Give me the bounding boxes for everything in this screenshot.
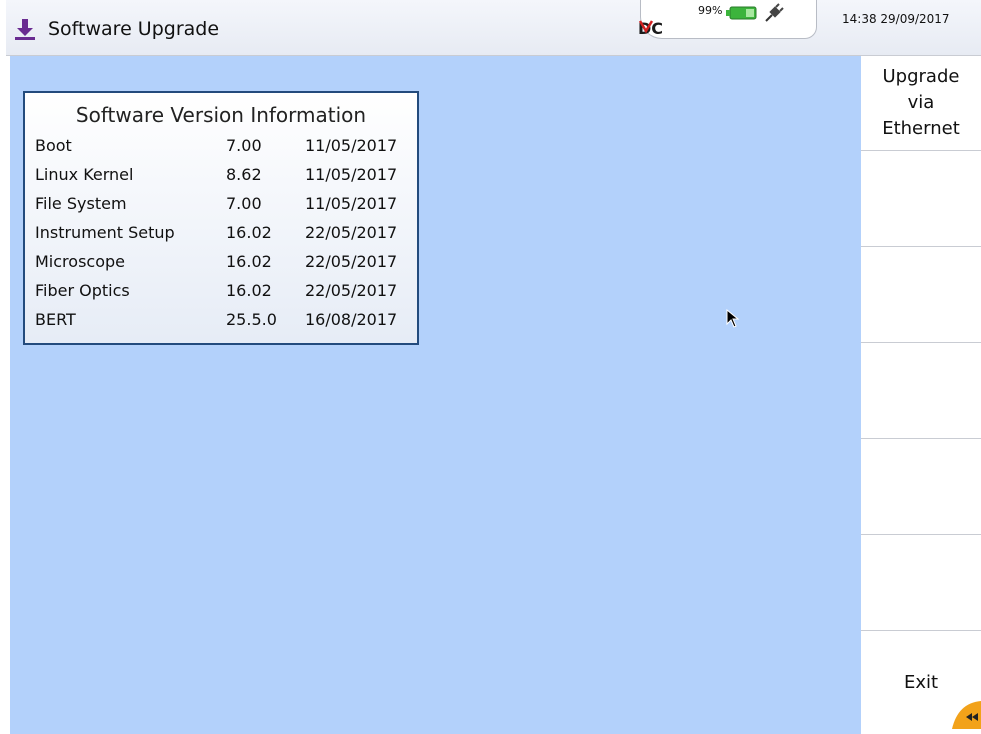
software-version-panel: Software Version Information Boot 7.00 1…	[23, 91, 419, 345]
page-title: Software Upgrade	[48, 18, 220, 40]
softkey-4[interactable]	[861, 344, 981, 439]
upgrade-via-ethernet-button[interactable]: Upgrade via Ethernet	[861, 56, 981, 151]
component-date: 22/05/2017	[305, 281, 398, 300]
version-row: Boot 7.00 11/05/2017	[25, 136, 417, 165]
battery-percent: 99%	[698, 4, 723, 17]
panel-title: Software Version Information	[75, 103, 367, 127]
component-name: BERT	[35, 310, 76, 329]
component-date: 22/05/2017	[305, 252, 398, 271]
version-row: Microscope 16.02 22/05/2017	[25, 252, 417, 281]
component-date: 22/05/2017	[305, 223, 398, 242]
date-time: 14:38 29/09/2017	[842, 12, 950, 26]
component-date: 11/05/2017	[305, 165, 398, 184]
version-row: BERT 25.5.0 16/08/2017	[25, 310, 417, 339]
component-version: 16.02	[226, 281, 272, 300]
component-name: File System	[35, 194, 127, 213]
component-version: 7.00	[226, 136, 262, 155]
component-name: Instrument Setup	[35, 223, 175, 242]
softkey-3[interactable]	[861, 248, 981, 343]
softkey-panel: Upgrade via Ethernet Exit	[861, 56, 981, 734]
version-row: Instrument Setup 16.02 22/05/2017	[25, 223, 417, 252]
component-version: 25.5.0	[226, 310, 277, 329]
version-row: Fiber Optics 16.02 22/05/2017	[25, 281, 417, 310]
component-name: Fiber Optics	[35, 281, 130, 300]
component-version: 16.02	[226, 252, 272, 271]
component-date: 16/08/2017	[305, 310, 398, 329]
version-row: Linux Kernel 8.62 11/05/2017	[25, 165, 417, 194]
softkey-5[interactable]	[861, 440, 981, 535]
component-name: Linux Kernel	[35, 165, 134, 184]
softkey-6[interactable]	[861, 536, 981, 631]
dc-logo: DC	[638, 19, 663, 38]
battery-icon	[726, 6, 757, 20]
component-version: 7.00	[226, 194, 262, 213]
softkey-2[interactable]	[861, 152, 981, 247]
component-name: Boot	[35, 136, 72, 155]
component-date: 11/05/2017	[305, 194, 398, 213]
component-version: 16.02	[226, 223, 272, 242]
rewind-icon[interactable]	[950, 697, 981, 729]
version-row: File System 7.00 11/05/2017	[25, 194, 417, 223]
download-icon	[15, 19, 35, 40]
component-date: 11/05/2017	[305, 136, 398, 155]
component-name: Microscope	[35, 252, 125, 271]
component-version: 8.62	[226, 165, 262, 184]
power-plug-icon	[765, 3, 784, 22]
mouse-pointer-icon	[726, 309, 740, 328]
